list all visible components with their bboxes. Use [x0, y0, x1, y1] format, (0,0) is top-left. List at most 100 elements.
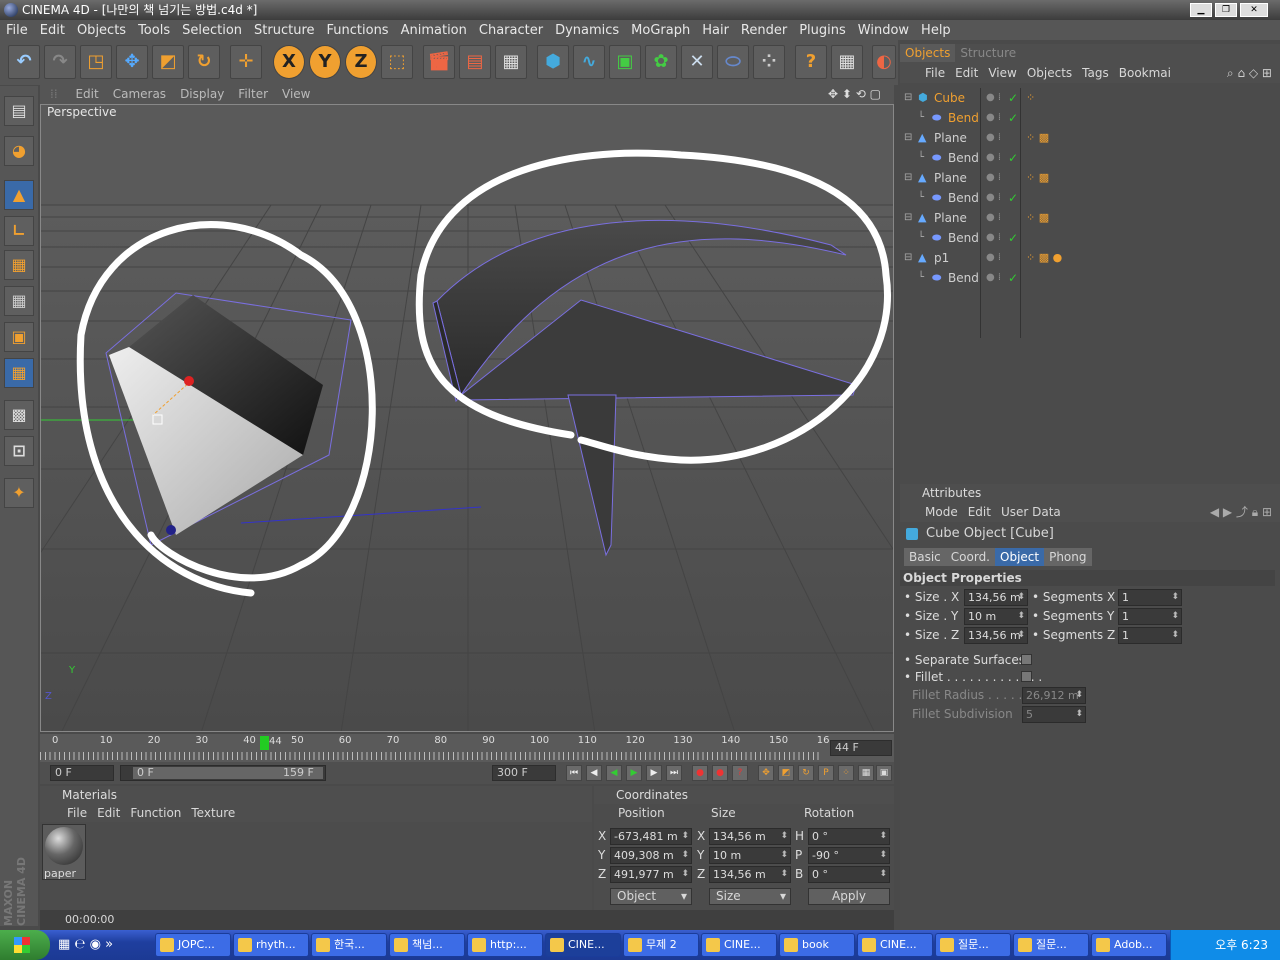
attributes-menu-mode[interactable]: Mode: [920, 503, 963, 521]
taskbar-item[interactable]: http:...: [467, 933, 543, 957]
polygons-mode-icon[interactable]: ▣: [4, 322, 34, 352]
menu-help[interactable]: Help: [915, 21, 957, 41]
object-mode-icon[interactable]: ▲: [4, 180, 34, 210]
visibility-dots-icon[interactable]: ● ⁞: [986, 228, 1001, 248]
taskbar-item[interactable]: CINE...: [701, 933, 777, 957]
viewport-menu-edit[interactable]: Edit: [68, 84, 105, 104]
viewport-menu-filter[interactable]: Filter: [231, 84, 275, 104]
live-select-icon[interactable]: ◳: [80, 45, 112, 79]
enabled-check-icon[interactable]: ✓: [1008, 188, 1018, 208]
array-icon[interactable]: ✿: [645, 45, 677, 79]
enabled-check-icon[interactable]: ✓: [1008, 108, 1018, 128]
enabled-check-icon[interactable]: ✓: [1008, 148, 1018, 168]
taskbar-item[interactable]: JOPC...: [155, 933, 231, 957]
redo-icon[interactable]: ↷: [44, 45, 76, 79]
play-icon[interactable]: ▶: [626, 765, 642, 781]
fillet-subdivision-input[interactable]: 5: [1022, 706, 1086, 723]
goto-end-icon[interactable]: ⏭: [666, 765, 682, 781]
end-frame-field[interactable]: 300 F: [492, 765, 556, 781]
menu-character[interactable]: Character: [473, 21, 549, 41]
restore-button[interactable]: ❐: [1215, 3, 1237, 17]
record-keys-icon[interactable]: ●: [692, 765, 708, 781]
taskbar-item[interactable]: 책넘...: [389, 933, 465, 957]
key-rotation-icon[interactable]: ↻: [798, 765, 814, 781]
y-axis-icon[interactable]: Y: [309, 45, 341, 79]
menu-mograph[interactable]: MoGraph: [625, 21, 696, 41]
fillet-radius-input[interactable]: 26,912 m: [1022, 687, 1086, 704]
enabled-check-icon[interactable]: ✓: [1008, 228, 1018, 248]
material-swatch[interactable]: paper: [42, 824, 86, 880]
goto-start-icon[interactable]: ⏮: [566, 765, 582, 781]
menu-render[interactable]: Render: [735, 21, 793, 41]
particle-icon[interactable]: ⁘: [753, 45, 785, 79]
taskbar-item[interactable]: 질문...: [1013, 933, 1089, 957]
enabled-check-icon[interactable]: ✓: [1008, 88, 1018, 108]
undo-icon[interactable]: ↶: [8, 45, 40, 79]
object-name[interactable]: Bend: [948, 148, 979, 168]
close-button[interactable]: ✕: [1240, 3, 1268, 17]
object-tags-icon[interactable]: ⁘ ▩: [1026, 128, 1049, 148]
taskbar-item[interactable]: Adob...: [1091, 933, 1167, 957]
object-row[interactable]: └ ⬬ Bend ● ⁞ ✓: [900, 268, 1280, 288]
visibility-dots-icon[interactable]: ● ⁞: [986, 168, 1001, 188]
object-tags-icon[interactable]: ⁘ ▩: [1026, 168, 1049, 188]
materials-menu-file[interactable]: File: [62, 804, 92, 822]
tab-basic[interactable]: Basic: [904, 548, 946, 566]
keyframe-selection-icon[interactable]: ?: [732, 765, 748, 781]
object-name[interactable]: Bend: [948, 108, 979, 128]
position-z-field[interactable]: 491,977 m: [610, 866, 692, 883]
spreadsheet-icon[interactable]: ▦: [831, 45, 863, 79]
taskbar-item[interactable]: book: [779, 933, 855, 957]
render-view-icon[interactable]: 🎬︎: [423, 45, 455, 79]
objects-menu-edit[interactable]: Edit: [950, 64, 983, 82]
timeline-ruler[interactable]: 0 10 20 30 40 50 60 70 80 90 100 110 120 130 140 150 16 …: [40, 734, 894, 762]
taskbar-item[interactable]: CINE...: [545, 933, 621, 957]
visibility-dots-icon[interactable]: ● ⁞: [986, 108, 1001, 128]
rotation-h-field[interactable]: 0 °: [808, 828, 890, 845]
size-x-input[interactable]: 134,56 m: [964, 589, 1028, 606]
size-z-input[interactable]: 134,56 m: [964, 627, 1028, 644]
play-reverse-icon[interactable]: ◀: [606, 765, 622, 781]
scale-icon[interactable]: ◩: [152, 45, 184, 79]
expand-toggle-icon[interactable]: ⊟: [904, 88, 912, 108]
prev-frame-icon[interactable]: ◀: [586, 765, 602, 781]
help-icon[interactable]: ?: [795, 45, 827, 79]
object-name[interactable]: Plane: [934, 128, 967, 148]
search-icon[interactable]: ⌕ ⌂ ◇ ⊞: [1227, 63, 1272, 83]
perspective-viewport[interactable]: Perspective Y Z: [40, 104, 894, 732]
playback-options-icon[interactable]: ▦: [858, 765, 874, 781]
viewport-menu-view[interactable]: View: [275, 84, 317, 104]
position-y-field[interactable]: 409,308 m: [610, 847, 692, 864]
timeline-window-icon[interactable]: ▣: [876, 765, 892, 781]
key-parameter-icon[interactable]: P: [818, 765, 834, 781]
object-row[interactable]: ⊟ ▲ p1 ● ⁞ ⁘ ▩ ●: [900, 248, 1280, 268]
visibility-dots-icon[interactable]: ● ⁞: [986, 188, 1001, 208]
menu-file[interactable]: File: [0, 21, 34, 41]
current-frame-marker[interactable]: [260, 736, 269, 750]
visibility-dots-icon[interactable]: ● ⁞: [986, 128, 1001, 148]
fillet-checkbox[interactable]: [1021, 671, 1032, 682]
coord-size-mode-dropdown[interactable]: Size ▾: [709, 888, 791, 905]
taskbar-item[interactable]: 무제 2: [623, 933, 699, 957]
menu-structure[interactable]: Structure: [248, 21, 320, 41]
visibility-dots-icon[interactable]: ● ⁞: [986, 268, 1001, 288]
materials-menu-function[interactable]: Function: [125, 804, 186, 822]
object-tags-icon[interactable]: ⁘ ▩ ●: [1026, 248, 1062, 268]
materials-menu-edit[interactable]: Edit: [92, 804, 125, 822]
object-name[interactable]: Bend: [948, 228, 979, 248]
move-tool-icon[interactable]: ✛: [230, 45, 262, 79]
object-row[interactable]: └ ⬬ Bend ● ⁞ ✓: [900, 228, 1280, 248]
menu-window[interactable]: Window: [852, 21, 915, 41]
taskbar-item[interactable]: 질문...: [935, 933, 1011, 957]
menu-selection[interactable]: Selection: [176, 21, 248, 41]
objects-menu-bookmarks[interactable]: Bookmai: [1114, 64, 1176, 82]
size-z-field[interactable]: 134,56 m: [709, 866, 791, 883]
objects-menu-objects[interactable]: Objects: [1022, 64, 1077, 82]
visibility-dots-icon[interactable]: ● ⁞: [986, 88, 1001, 108]
scene-icon[interactable]: ⬭: [717, 45, 749, 79]
navigation-arrows-icon[interactable]: ◀ ▶ ⤴ 🔒︎ ⊞: [1210, 502, 1272, 522]
segments-y-input[interactable]: 1: [1118, 608, 1182, 625]
edges-mode-icon[interactable]: ▦: [4, 286, 34, 316]
expand-toggle-icon[interactable]: ⊟: [904, 208, 912, 228]
attributes-menu-edit[interactable]: Edit: [963, 503, 996, 521]
